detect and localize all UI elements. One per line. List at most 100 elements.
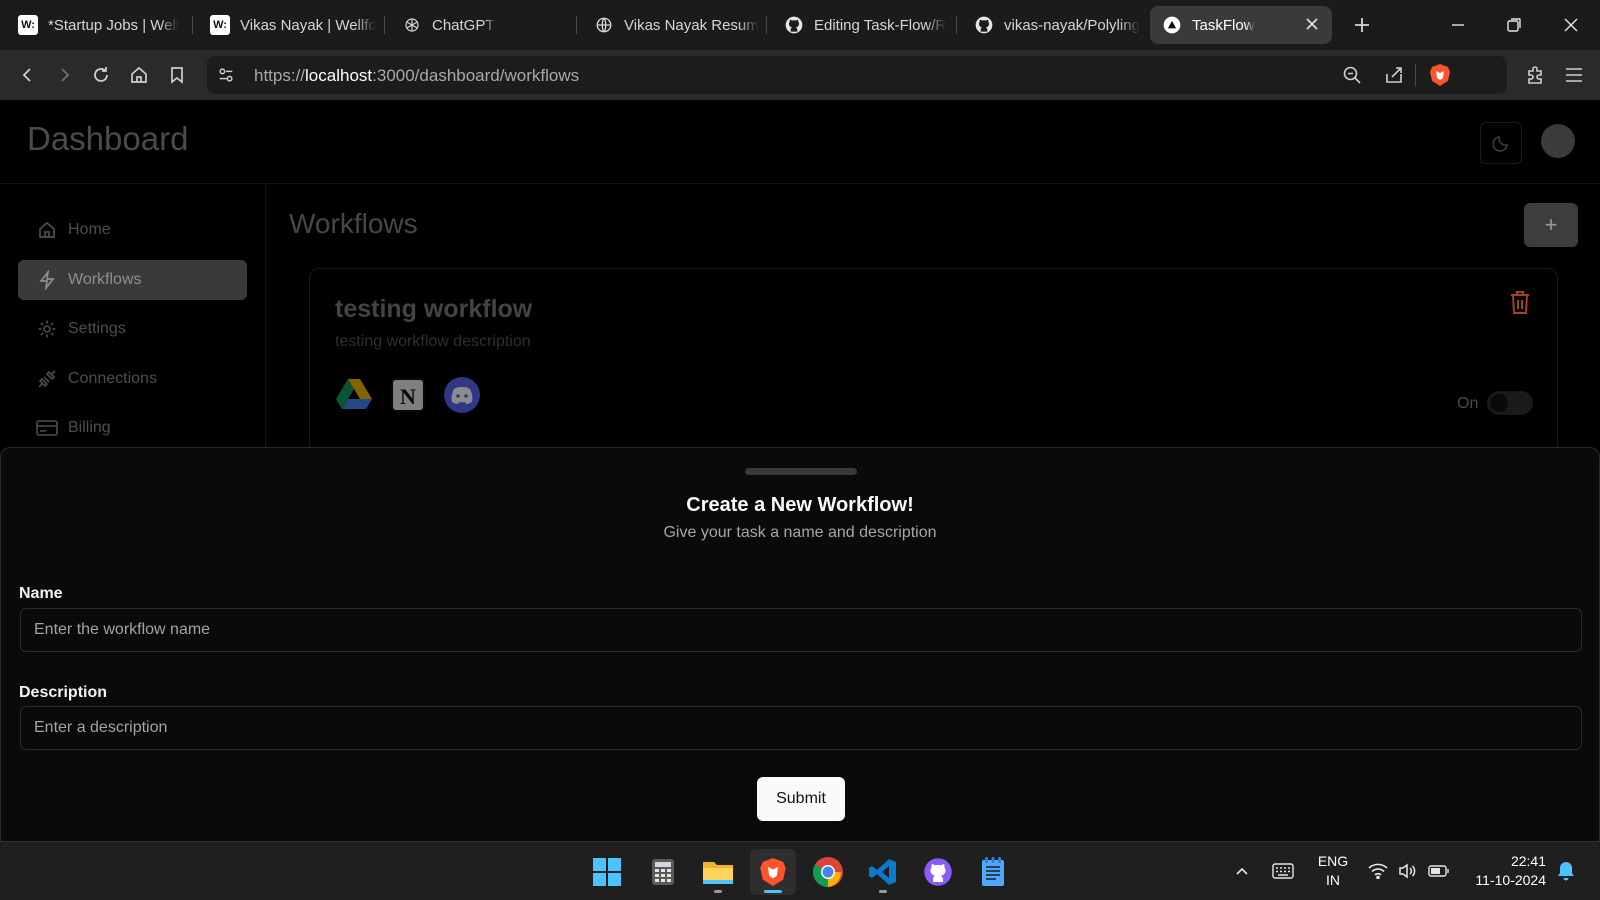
forward-icon[interactable]	[52, 63, 76, 87]
tab-divider	[384, 16, 385, 34]
create-workflow-drawer: Create a New Workflow! Give your task a …	[0, 447, 1600, 841]
sidebar-item-workflows[interactable]: Workflows	[18, 260, 247, 300]
share-icon[interactable]	[1384, 65, 1404, 85]
tab-title: Editing Task-Flow/R	[814, 16, 947, 34]
sidebar-item-settings[interactable]: Settings	[18, 309, 247, 349]
extensions-icon[interactable]	[1524, 63, 1548, 87]
close-window-icon[interactable]	[1556, 10, 1586, 40]
notification-bell-icon[interactable]	[1554, 857, 1578, 885]
reload-icon[interactable]	[89, 63, 113, 87]
page-title: Dashboard	[27, 120, 189, 157]
restore-window-icon[interactable]	[1499, 10, 1529, 40]
tab-divider	[192, 16, 193, 34]
header-divider	[0, 183, 1600, 184]
github-icon	[974, 15, 994, 35]
tab-title: ChatGPT	[432, 16, 495, 34]
browser-tab[interactable]: W: *Startup Jobs | Well	[6, 6, 184, 44]
running-indicator	[714, 890, 722, 893]
sidebar-item-label: Home	[68, 221, 111, 238]
sidebar-item-home[interactable]: Home	[18, 210, 247, 250]
browser-tab[interactable]: Vikas Nayak Resum	[582, 6, 760, 44]
plug-icon	[36, 368, 58, 390]
volume-icon[interactable]	[1396, 857, 1420, 885]
sidebar-item-label: Connections	[68, 370, 157, 387]
back-icon[interactable]	[16, 63, 40, 87]
new-tab-button[interactable]	[1348, 11, 1376, 39]
add-workflow-button[interactable]: +	[1524, 203, 1578, 247]
running-indicator	[764, 890, 782, 893]
notepad-icon[interactable]	[970, 849, 1016, 895]
chevron-up-icon[interactable]	[1232, 857, 1252, 885]
tab-title: Vikas Nayak | Wellfo	[240, 16, 376, 34]
browser-tab-strip: W: *Startup Jobs | Well W: Vikas Nayak |…	[0, 0, 1600, 50]
menu-icon[interactable]	[1562, 63, 1586, 87]
toolbar-divider	[1415, 64, 1416, 86]
close-tab-icon[interactable]	[1304, 16, 1320, 32]
browser-tab[interactable]: ChatGPT	[390, 6, 568, 44]
workflow-name-input[interactable]	[20, 608, 1582, 652]
workflow-description-input[interactable]	[20, 706, 1582, 750]
address-bar[interactable]: https://localhost:3000/dashboard/workflo…	[207, 56, 1507, 94]
sidebar-item-label: Billing	[68, 419, 111, 436]
discord-icon	[444, 377, 480, 413]
wellfound-icon: W:	[210, 15, 230, 35]
zoom-icon[interactable]	[1342, 65, 1362, 85]
file-explorer-icon[interactable]	[695, 849, 741, 895]
google-drive-icon	[336, 377, 372, 413]
github-desktop-icon[interactable]	[915, 849, 961, 895]
brave-icon[interactable]	[750, 849, 796, 895]
lightning-icon	[36, 269, 58, 291]
credit-card-icon	[36, 417, 58, 439]
globe-icon	[594, 15, 614, 35]
windows-start-icon[interactable]	[584, 849, 630, 895]
windows-taskbar: ENG IN 22:41 11-10-2024	[0, 841, 1600, 900]
browser-tab[interactable]: W: Vikas Nayak | Wellfo	[198, 6, 376, 44]
toggle-label: On	[1457, 395, 1479, 412]
browser-tab[interactable]: Editing Task-Flow/R	[772, 6, 950, 44]
trash-icon[interactable]	[1509, 289, 1531, 315]
keyboard-icon[interactable]	[1270, 857, 1296, 885]
browser-tab[interactable]: vikas-nayak/Polyling	[962, 6, 1140, 44]
theme-toggle-moon-icon[interactable]	[1480, 122, 1522, 164]
workflow-description: testing workflow description	[335, 333, 531, 350]
drawer-handle[interactable]	[745, 468, 857, 475]
submit-button[interactable]: Submit	[757, 777, 845, 821]
sidebar-item-label: Workflows	[68, 271, 142, 288]
github-icon	[784, 15, 804, 35]
tab-title: Vikas Nayak Resum	[624, 16, 759, 34]
language-indicator[interactable]: ENG IN	[1316, 852, 1350, 890]
minimize-window-icon[interactable]	[1443, 10, 1473, 40]
tab-divider	[576, 16, 577, 34]
avatar[interactable]	[1541, 124, 1575, 158]
url-text: https://localhost:3000/dashboard/workflo…	[254, 66, 580, 85]
calculator-icon[interactable]	[640, 849, 686, 895]
browser-tab-active[interactable]: TaskFlow	[1150, 6, 1332, 44]
running-indicator	[879, 890, 887, 893]
name-label: Name	[19, 585, 63, 602]
workflow-toggle[interactable]	[1487, 391, 1533, 415]
brave-shields-icon[interactable]	[1429, 63, 1451, 87]
sidebar-item-billing[interactable]: Billing	[18, 408, 247, 448]
vscode-icon[interactable]	[860, 849, 906, 895]
wifi-icon[interactable]	[1366, 857, 1390, 885]
home-icon	[36, 219, 58, 241]
svg-text:N: N	[400, 384, 416, 409]
tab-title: TaskFlow	[1192, 16, 1255, 34]
bookmark-icon[interactable]	[165, 63, 189, 87]
system-clock[interactable]: 22:41 11-10-2024	[1462, 852, 1546, 890]
vercel-triangle-icon	[1162, 15, 1182, 35]
tab-divider	[956, 16, 957, 34]
description-label: Description	[19, 684, 108, 701]
gear-icon	[36, 318, 58, 340]
sidebar-item-label: Settings	[68, 320, 126, 337]
drawer-title: Create a New Workflow!	[686, 494, 914, 516]
browser-toolbar: https://localhost:3000/dashboard/workflo…	[0, 50, 1600, 100]
site-settings-icon[interactable]	[217, 66, 235, 84]
battery-icon[interactable]	[1426, 857, 1452, 885]
integration-icons: N	[336, 377, 480, 413]
chrome-icon[interactable]	[805, 849, 851, 895]
home-icon[interactable]	[127, 63, 151, 87]
sidebar-item-connections[interactable]: Connections	[18, 359, 247, 399]
drawer-subtitle: Give your task a name and description	[663, 524, 937, 541]
section-title: Workflows	[289, 208, 418, 239]
